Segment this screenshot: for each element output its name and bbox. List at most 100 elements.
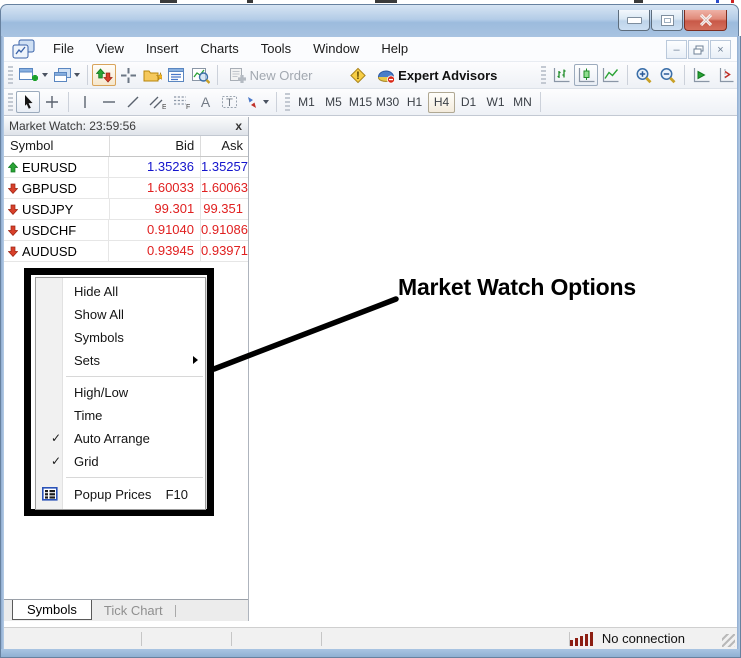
menu-view[interactable]: View: [85, 37, 135, 61]
auto-scroll-button[interactable]: [689, 64, 713, 86]
toolbar-separator: [627, 65, 628, 85]
column-header-ask[interactable]: Ask: [201, 136, 248, 156]
menu-separator: [36, 372, 205, 381]
terminal-button[interactable]: [165, 64, 189, 86]
strategy-tester-button[interactable]: [189, 64, 213, 86]
menu-item-popup-prices[interactable]: Popup Prices F10: [36, 482, 205, 507]
table-row-gbpusd[interactable]: GBPUSD 1.60033 1.60063: [4, 178, 248, 199]
menu-tools[interactable]: Tools: [250, 37, 302, 61]
connection-status[interactable]: No connection: [570, 631, 685, 646]
profiles-button[interactable]: [51, 64, 84, 86]
new-order-button[interactable]: New Order: [222, 64, 320, 86]
ask-value: 1.60063: [201, 178, 248, 198]
timeframe-m1-button[interactable]: M1: [293, 92, 320, 113]
timeframe-m15-button[interactable]: M15: [347, 92, 374, 113]
menu-item-grid[interactable]: ✓ Grid: [36, 450, 205, 473]
timeframe-h4-button[interactable]: H4: [428, 92, 455, 113]
bid-value: 1.35236: [109, 157, 201, 177]
arrows-tool-button[interactable]: [241, 91, 272, 113]
status-separator: [141, 632, 142, 646]
expert-advisors-label: Expert Advisors: [398, 68, 497, 83]
menu-item-show-all[interactable]: Show All: [36, 303, 205, 326]
timeframe-m5-button[interactable]: M5: [320, 92, 347, 113]
bar-chart-mode-button[interactable]: [549, 64, 574, 86]
tab-symbols[interactable]: Symbols: [12, 600, 92, 620]
zoom-out-button[interactable]: [656, 64, 680, 86]
column-header-bid[interactable]: Bid: [110, 136, 202, 156]
line-chart-mode-button[interactable]: [598, 64, 623, 86]
data-window-button[interactable]: [116, 64, 140, 86]
timeframe-d1-button[interactable]: D1: [455, 92, 482, 113]
expert-advisors-button[interactable]: Expert Advisors: [371, 64, 504, 86]
auto-trading-warning-button[interactable]: !: [345, 64, 371, 86]
toolbar-grip[interactable]: [8, 93, 13, 111]
window-titlebar: [0, 4, 739, 37]
symbol-name: USDCHF: [22, 221, 76, 240]
menu-window[interactable]: Window: [302, 37, 370, 61]
menu-item-sets[interactable]: Sets: [36, 349, 205, 372]
navigator-button[interactable]: ★: [140, 64, 165, 86]
toolbar-separator: [68, 92, 69, 112]
dropdown-caret-icon: [74, 73, 80, 77]
menu-item-symbols[interactable]: Symbols: [36, 326, 205, 349]
horizontal-line-tool-button[interactable]: [97, 91, 121, 113]
fibonacci-tool-button[interactable]: F: [169, 91, 193, 113]
timeframe-h1-button[interactable]: H1: [401, 92, 428, 113]
toolbar-separator: [276, 92, 277, 112]
cursor-tool-button[interactable]: [16, 91, 40, 113]
timeframe-mn-button[interactable]: MN: [509, 92, 536, 113]
table-row-usdchf[interactable]: USDCHF 0.91040 0.91086: [4, 220, 248, 241]
chart-area[interactable]: [249, 116, 737, 627]
crop-artifact: [634, 0, 643, 3]
menu-item-high-low[interactable]: High/Low: [36, 381, 205, 404]
vertical-line-tool-button[interactable]: [73, 91, 97, 113]
table-row-audusd[interactable]: AUDUSD 0.93945 0.93971: [4, 241, 248, 262]
new-order-label: New Order: [250, 68, 313, 83]
trendline-tool-button[interactable]: [121, 91, 145, 113]
crosshair-tool-button[interactable]: [40, 91, 64, 113]
child-minimize-button[interactable]: –: [666, 40, 687, 59]
market-watch-close-button[interactable]: x: [235, 118, 242, 134]
column-header-symbol[interactable]: Symbol: [4, 136, 110, 156]
menu-item-hide-all[interactable]: Hide All: [36, 280, 205, 303]
market-watch-toggle-button[interactable]: [92, 64, 116, 86]
timeframe-m30-button[interactable]: M30: [374, 92, 401, 113]
market-watch-header[interactable]: Market Watch: 23:59:56 x: [4, 117, 248, 136]
close-icon: [698, 14, 714, 26]
toolbar-grip[interactable]: [541, 66, 546, 84]
child-close-button[interactable]: ×: [710, 40, 731, 59]
new-chart-button[interactable]: [16, 64, 51, 86]
crop-artifact: [375, 0, 397, 3]
child-restore-button[interactable]: [688, 40, 709, 59]
down-arrow-icon: [8, 204, 18, 215]
text-label-tool-button[interactable]: T: [217, 91, 241, 113]
svg-text:F: F: [186, 104, 190, 110]
window-minimize-button[interactable]: [618, 10, 650, 31]
window-maximize-button[interactable]: [651, 10, 683, 31]
toolbar-grip[interactable]: [285, 93, 290, 111]
resize-grip[interactable]: [722, 634, 735, 647]
menu-insert[interactable]: Insert: [135, 37, 190, 61]
menu-item-time[interactable]: Time: [36, 404, 205, 427]
chart-shift-button[interactable]: [713, 64, 737, 86]
timeframe-w1-button[interactable]: W1: [482, 92, 509, 113]
text-tool-button[interactable]: A: [193, 91, 217, 113]
maximize-icon: [661, 15, 674, 26]
tab-tick-chart[interactable]: Tick Chart: [92, 600, 175, 621]
zoom-in-button[interactable]: [632, 64, 656, 86]
table-row-usdjpy[interactable]: USDJPY 99.301 99.351: [4, 199, 248, 220]
menu-file[interactable]: File: [42, 37, 85, 61]
submenu-arrow-icon: [193, 356, 198, 364]
equidistant-channel-tool-button[interactable]: E: [145, 91, 169, 113]
menu-help[interactable]: Help: [370, 37, 419, 61]
window-close-button[interactable]: [684, 10, 727, 31]
minimize-icon: [627, 17, 642, 24]
terminal-icon: [168, 67, 185, 83]
menu-item-grid-label: Grid: [74, 454, 99, 469]
menu-charts[interactable]: Charts: [189, 37, 249, 61]
candlestick-mode-button[interactable]: [574, 64, 599, 86]
table-row-eurusd[interactable]: EURUSD 1.35236 1.35257: [4, 157, 248, 178]
toolbar-grip[interactable]: [8, 66, 13, 84]
menu-item-auto-arrange[interactable]: ✓ Auto Arrange: [36, 427, 205, 450]
crop-artifact: [716, 0, 719, 3]
